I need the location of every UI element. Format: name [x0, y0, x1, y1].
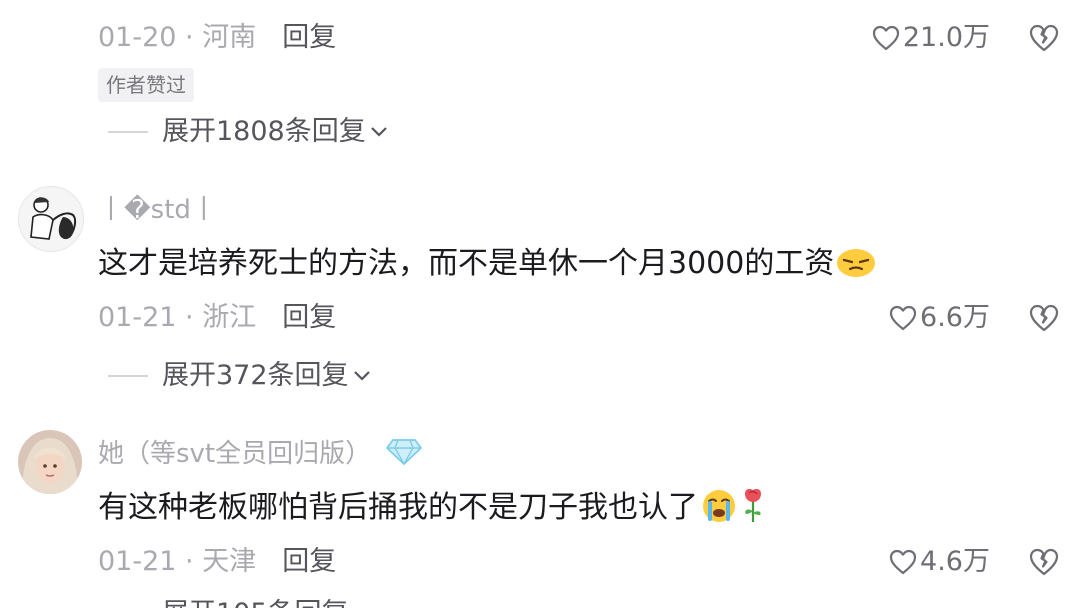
- username[interactable]: 她（等svt全员回归版）: [98, 434, 423, 474]
- chevron-down-icon: [370, 127, 387, 137]
- author-liked-badge: 作者赞过: [98, 68, 194, 102]
- rose-emoji-icon: [745, 489, 761, 522]
- meta-separator: ·: [176, 22, 203, 53]
- like-count: 6.6万: [920, 302, 990, 333]
- expand-divider: [108, 131, 148, 133]
- avatar-photo: [18, 430, 82, 494]
- comment-date: 01-21: [98, 302, 177, 333]
- comment-list: 01-20 · 河南 回复 21.0万 作者赞过 展开1808条回复 丨�std丨: [0, 0, 1082, 608]
- expand-replies-button[interactable]: 展开1808条回复: [108, 112, 388, 152]
- chevron-down-icon: [353, 371, 370, 381]
- comment-location: 河南: [202, 22, 257, 53]
- comment-meta: 01-21 · 天津 回复: [98, 542, 336, 582]
- comment-date: 01-20: [98, 22, 177, 53]
- username[interactable]: 丨�std丨: [98, 190, 217, 230]
- heart-outline-icon: [889, 305, 917, 331]
- comment-text: 这才是培养死士的方法，而不是单休一个月3000的工资: [98, 246, 835, 281]
- diamond-icon: [386, 439, 423, 466]
- reply-button[interactable]: 回复: [282, 302, 336, 333]
- expand-replies-label: 展开105条回复: [162, 594, 349, 608]
- avatar-sketch: [19, 187, 83, 251]
- like-count: 4.6万: [920, 546, 990, 577]
- broken-heart-icon[interactable]: [1028, 546, 1060, 578]
- like-button[interactable]: 21.0万: [872, 18, 990, 58]
- expand-replies-button[interactable]: 展开372条回复: [108, 356, 371, 396]
- comment-location: 天津: [202, 546, 257, 577]
- meta-separator: ·: [176, 302, 203, 333]
- broken-heart-icon[interactable]: [1028, 302, 1060, 334]
- comment-content: 有这种老板哪怕背后捅我的不是刀子我也认了: [98, 486, 766, 530]
- comment-date: 01-21: [98, 546, 177, 577]
- comment-text: 有这种老板哪怕背后捅我的不是刀子我也认了: [98, 490, 698, 525]
- like-button[interactable]: 6.6万: [889, 298, 990, 338]
- avatar[interactable]: [18, 430, 82, 494]
- comment-meta: 01-20 · 河南 回复: [98, 18, 336, 58]
- comment-meta: 01-21 · 浙江 回复: [98, 298, 336, 338]
- expand-divider: [108, 375, 148, 377]
- reply-button[interactable]: 回复: [282, 22, 336, 53]
- heart-outline-icon: [872, 25, 899, 51]
- expand-replies-button[interactable]: 展开105条回复: [108, 594, 349, 608]
- meta-separator: ·: [176, 546, 203, 577]
- squinting-emoji-icon: [837, 249, 876, 277]
- crying-emoji-icon: [703, 490, 735, 522]
- broken-heart-icon[interactable]: [1028, 22, 1060, 54]
- expand-replies-label: 展开372条回复: [162, 360, 349, 391]
- avatar[interactable]: [18, 186, 84, 252]
- reply-button[interactable]: 回复: [282, 546, 336, 577]
- comment-location: 浙江: [202, 302, 257, 333]
- expand-replies-label: 展开1808条回复: [162, 116, 366, 147]
- like-count: 21.0万: [902, 22, 990, 53]
- comment-content: 这才是培养死士的方法，而不是单休一个月3000的工资: [98, 242, 876, 286]
- heart-outline-icon: [889, 549, 917, 575]
- like-button[interactable]: 4.6万: [889, 542, 990, 582]
